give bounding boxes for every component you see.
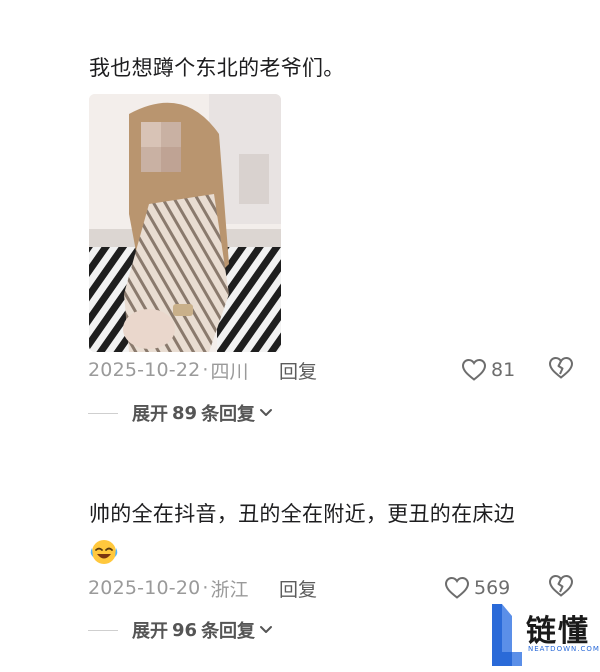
comment-location: 四川 (210, 360, 249, 383)
heart-outline-icon (444, 576, 470, 599)
dislike-button[interactable] (548, 356, 574, 385)
divider-line (88, 412, 118, 414)
reply-button[interactable]: 回复 (279, 575, 317, 602)
expand-prefix: 展开 (132, 621, 168, 642)
photo-image (89, 94, 281, 352)
heart-outline-icon (461, 358, 487, 381)
expand-suffix: 条回复 (201, 404, 256, 425)
like-count: 81 (491, 359, 516, 381)
reply-button[interactable]: 回复 (279, 357, 317, 384)
comment-item: 我也想蹲个东北的老爷们。 2025-10-22 · 四川 回复 81 展开 89… (88, 50, 582, 440)
expand-count: 89 (172, 402, 198, 424)
expand-prefix: 展开 (132, 404, 168, 425)
watermark-text: 链懂 (526, 614, 590, 649)
chevron-down-icon (260, 409, 273, 416)
comment-meta: 2025-10-22 · 四川 回复 81 (88, 355, 582, 385)
broken-heart-icon (548, 574, 574, 597)
comment-text: 我也想蹲个东北的老爷们。 (89, 50, 582, 86)
comment-date: 2025-10-22 (88, 359, 201, 381)
watermark-logo: 链懂 NEATDOWN.COM (486, 600, 600, 672)
like-count: 569 (474, 577, 511, 599)
comment-text-content: 我也想蹲个东北的老爷们。 (89, 56, 345, 80)
broken-heart-icon (548, 356, 574, 379)
watermark-l-icon (492, 604, 522, 666)
comment-text-content: 帅的全在抖音，丑的全在附近，更丑的在床边 (89, 502, 515, 526)
dislike-button[interactable] (548, 574, 574, 603)
comment-text: 帅的全在抖音，丑的全在附近，更丑的在床边 (89, 496, 582, 568)
expand-suffix: 条回复 (201, 621, 256, 642)
comment-photo[interactable] (89, 94, 281, 352)
expand-replies-button[interactable]: 展开 96 条回复 (88, 616, 273, 644)
comment-date: 2025-10-20 (88, 577, 201, 599)
like-button[interactable]: 569 (444, 576, 510, 600)
chevron-down-icon (260, 626, 273, 633)
divider-line (88, 629, 118, 631)
comment-meta: 2025-10-20 · 浙江 回复 569 (88, 573, 582, 603)
watermark-subtext: NEATDOWN.COM (528, 645, 600, 653)
like-button[interactable]: 81 (461, 358, 515, 382)
laughing-crying-emoji-icon (90, 540, 118, 564)
meta-separator: · (202, 577, 209, 599)
expand-replies-button[interactable]: 展开 89 条回复 (88, 399, 273, 427)
expand-count: 96 (172, 619, 198, 641)
meta-separator: · (202, 359, 209, 381)
comment-location: 浙江 (210, 578, 249, 601)
